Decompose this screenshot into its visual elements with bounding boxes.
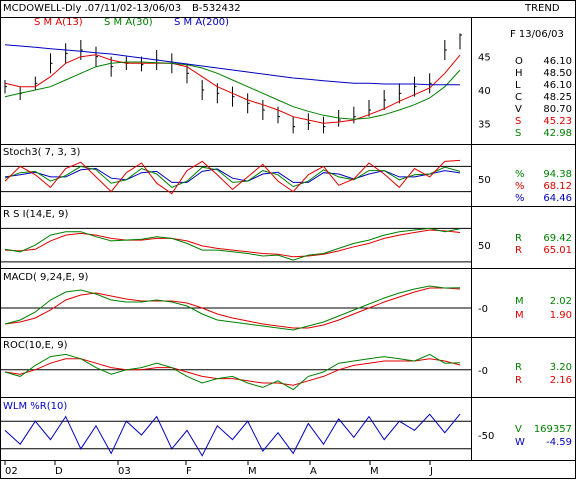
price-axis-tick: 35 [478,119,491,130]
legend-sma13: S M A(13) [34,17,83,28]
roc-readout-label: R [515,375,522,386]
roc-axis-tick: -0 [478,366,488,377]
roc-readout-label: R [515,362,522,373]
macd-readout-value: 1.90 [550,310,572,321]
price-readout-label: O [515,56,523,67]
rsi-readout-label: R [515,233,522,244]
wlm-readout-label: W [515,437,525,448]
x-axis-tick-label: 03 [118,466,131,477]
roc-readout-value: 2.16 [550,375,572,386]
roc-title: ROC(10,E, 9) [3,340,68,351]
rsi-readout-label: R [515,245,522,256]
x-axis-tick-label: F [186,466,192,477]
price-readout-value: 42.98 [543,128,572,139]
stoch-readout-label: % [515,193,525,204]
wlm-readout-label: V [515,424,522,435]
x-axis-tick-label: 02 [5,466,18,477]
stoch-readout-value: 64.46 [543,193,572,204]
rsi-readout-value: 65.01 [543,245,572,256]
price-readout-value: 45.23 [543,116,572,127]
price-axis-tick: 45 [478,53,491,64]
price-readout-value: 48.25 [543,92,572,103]
stoch-readout-value: 94.38 [543,169,572,180]
x-axis-tick-label: M [370,466,379,477]
wlm-axis-tick: -50 [478,431,494,442]
roc-readout-value: 3.20 [550,362,572,373]
wlm-readout-value: -4.59 [546,437,572,448]
stoch-readout-label: % [515,181,525,192]
stoch-title: Stoch3( 7, 3, 3) [3,147,80,158]
stock-chart: MCDOWELL-Dly .07/11/02-13/06/03 B-532432… [0,0,576,479]
price-readout-value: 80.70 [543,104,572,115]
chart-title: MCDOWELL-Dly .07/11/02-13/06/03 [3,3,181,14]
price-readout-label: C [515,92,522,103]
rsi-axis-tick: 50 [478,241,491,252]
legend-sma30: S M A(30) [104,17,153,28]
rsi-readout-value: 69.42 [543,233,572,244]
stoch-readout-value: 68.12 [543,181,572,192]
rsi-title: R S I(14,E, 9) [3,209,68,220]
x-axis-tick-label: J [429,466,433,477]
price-readout-label: S [515,128,521,139]
macd-title: MACD( 9,24,E, 9) [3,272,89,283]
chart-code: B-532432 [192,3,241,14]
stoch-readout-label: % [515,169,525,180]
x-axis-tick-label: M [248,466,257,477]
macd-readout-label: M [515,310,524,321]
x-axis-tick-label: A [310,466,317,477]
macd-readout-label: M [515,296,524,307]
chart-frame [0,0,576,479]
price-readout-value: 46.10 [543,56,572,67]
price-axis-tick: 40 [478,86,491,97]
legend-sma200: S M A(200) [174,17,229,28]
stoch-axis-tick: 50 [478,175,491,186]
price-readout-value: 48.50 [543,68,572,79]
x-axis-tick-label: D [55,466,63,477]
price-readout-label: S [515,116,521,127]
price-readout-value: 46.10 [543,80,572,91]
macd-axis-tick: -0 [478,304,488,315]
price-readout-label: V [515,104,522,115]
trend-label: TREND [524,3,560,14]
macd-readout-value: 2.02 [550,296,572,307]
wlm-title: WLM %R(10) [3,401,67,412]
wlm-readout-value: 169357 [534,424,572,435]
readout-date: F 13/06/03 [510,29,564,40]
price-readout-label: L [515,80,521,91]
price-readout-label: H [515,68,523,79]
